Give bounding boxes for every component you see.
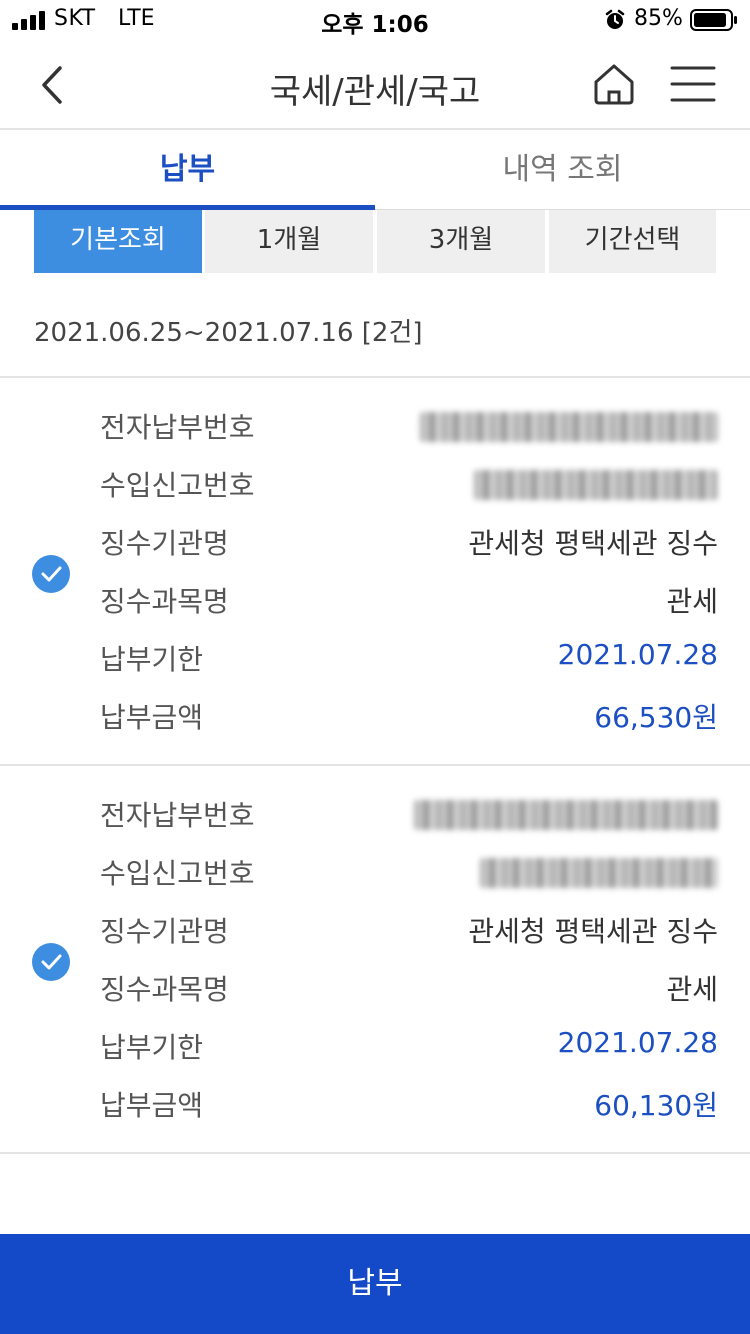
detail-row: 수입신고번호 [100,852,718,896]
row-label: 징수기관명 [100,527,229,560]
pay-button[interactable]: 납부 [0,1234,750,1334]
row-label: 납부기한 [100,1031,204,1064]
app-header: 국세/관세/국고 [0,40,750,130]
status-bar: SKT LTE 오후 1:06 85% [0,0,750,40]
home-icon[interactable] [590,60,638,108]
filter-basic-button[interactable]: 기본조회 [34,210,202,273]
menu-icon[interactable] [670,64,716,104]
divider [0,1152,750,1154]
period-filter: 기본조회 1개월 3개월 기간선택 [34,210,716,273]
row-value: 관세청 평택세관 징수 [468,527,718,560]
check-icon[interactable] [31,942,71,982]
row-label: 수입신고번호 [100,469,255,502]
filter-custom-button[interactable]: 기간선택 [549,210,716,273]
payment-item[interactable]: 전자납부번호 수입신고번호 징수기관명 관세청 평택세관 징수 징수과목명 관세… [0,378,750,766]
row-label: 납부금액 [100,1089,204,1122]
alarm-icon [605,9,625,29]
row-value: 관세 [666,973,718,1006]
detail-row: 징수과목명 관세 [100,580,718,624]
detail-row: 징수과목명 관세 [100,968,718,1012]
detail-row: 납부기한 2021.07.28 [100,638,718,682]
masked-value [420,412,718,442]
masked-value [474,470,718,500]
row-label: 징수과목명 [100,585,229,618]
row-value: 2021.07.28 [557,1026,718,1059]
payment-item[interactable]: 전자납부번호 수입신고번호 징수기관명 관세청 평택세관 징수 징수과목명 관세… [0,766,750,1154]
row-label: 징수기관명 [100,915,229,948]
battery-icon [690,9,737,31]
row-value: 66,530원 [594,701,718,734]
detail-row: 징수기관명 관세청 평택세관 징수 [100,910,718,954]
row-label: 납부기한 [100,643,204,676]
detail-row: 납부기한 2021.07.28 [100,1026,718,1070]
row-label: 전자납부번호 [100,799,255,832]
masked-value [480,858,718,888]
filter-1month-button[interactable]: 1개월 [205,210,373,273]
tab-history[interactable]: 내역 조회 [375,130,750,210]
row-value: 관세청 평택세관 징수 [468,915,718,948]
detail-row: 납부금액 66,530원 [100,696,718,740]
row-value: 2021.07.28 [557,638,718,671]
row-label: 전자납부번호 [100,411,255,444]
battery-percent: 85% [634,6,683,31]
row-value: 관세 [666,585,718,618]
detail-row: 전자납부번호 [100,406,718,450]
masked-value [414,800,718,830]
tab-pay[interactable]: 납부 [0,130,375,210]
row-label: 납부금액 [100,701,204,734]
detail-row: 징수기관명 관세청 평택세관 징수 [100,522,718,566]
date-range: 2021.06.25~2021.07.16 [2건] [34,318,423,348]
check-icon[interactable] [31,554,71,594]
row-value: 60,130원 [594,1089,718,1122]
detail-row: 납부금액 60,130원 [100,1084,718,1128]
row-label: 징수과목명 [100,973,229,1006]
detail-row: 수입신고번호 [100,464,718,508]
row-label: 수입신고번호 [100,857,255,890]
filter-3month-button[interactable]: 3개월 [377,210,545,273]
detail-row: 전자납부번호 [100,794,718,838]
tab-bar: 납부 내역 조회 [0,130,750,210]
